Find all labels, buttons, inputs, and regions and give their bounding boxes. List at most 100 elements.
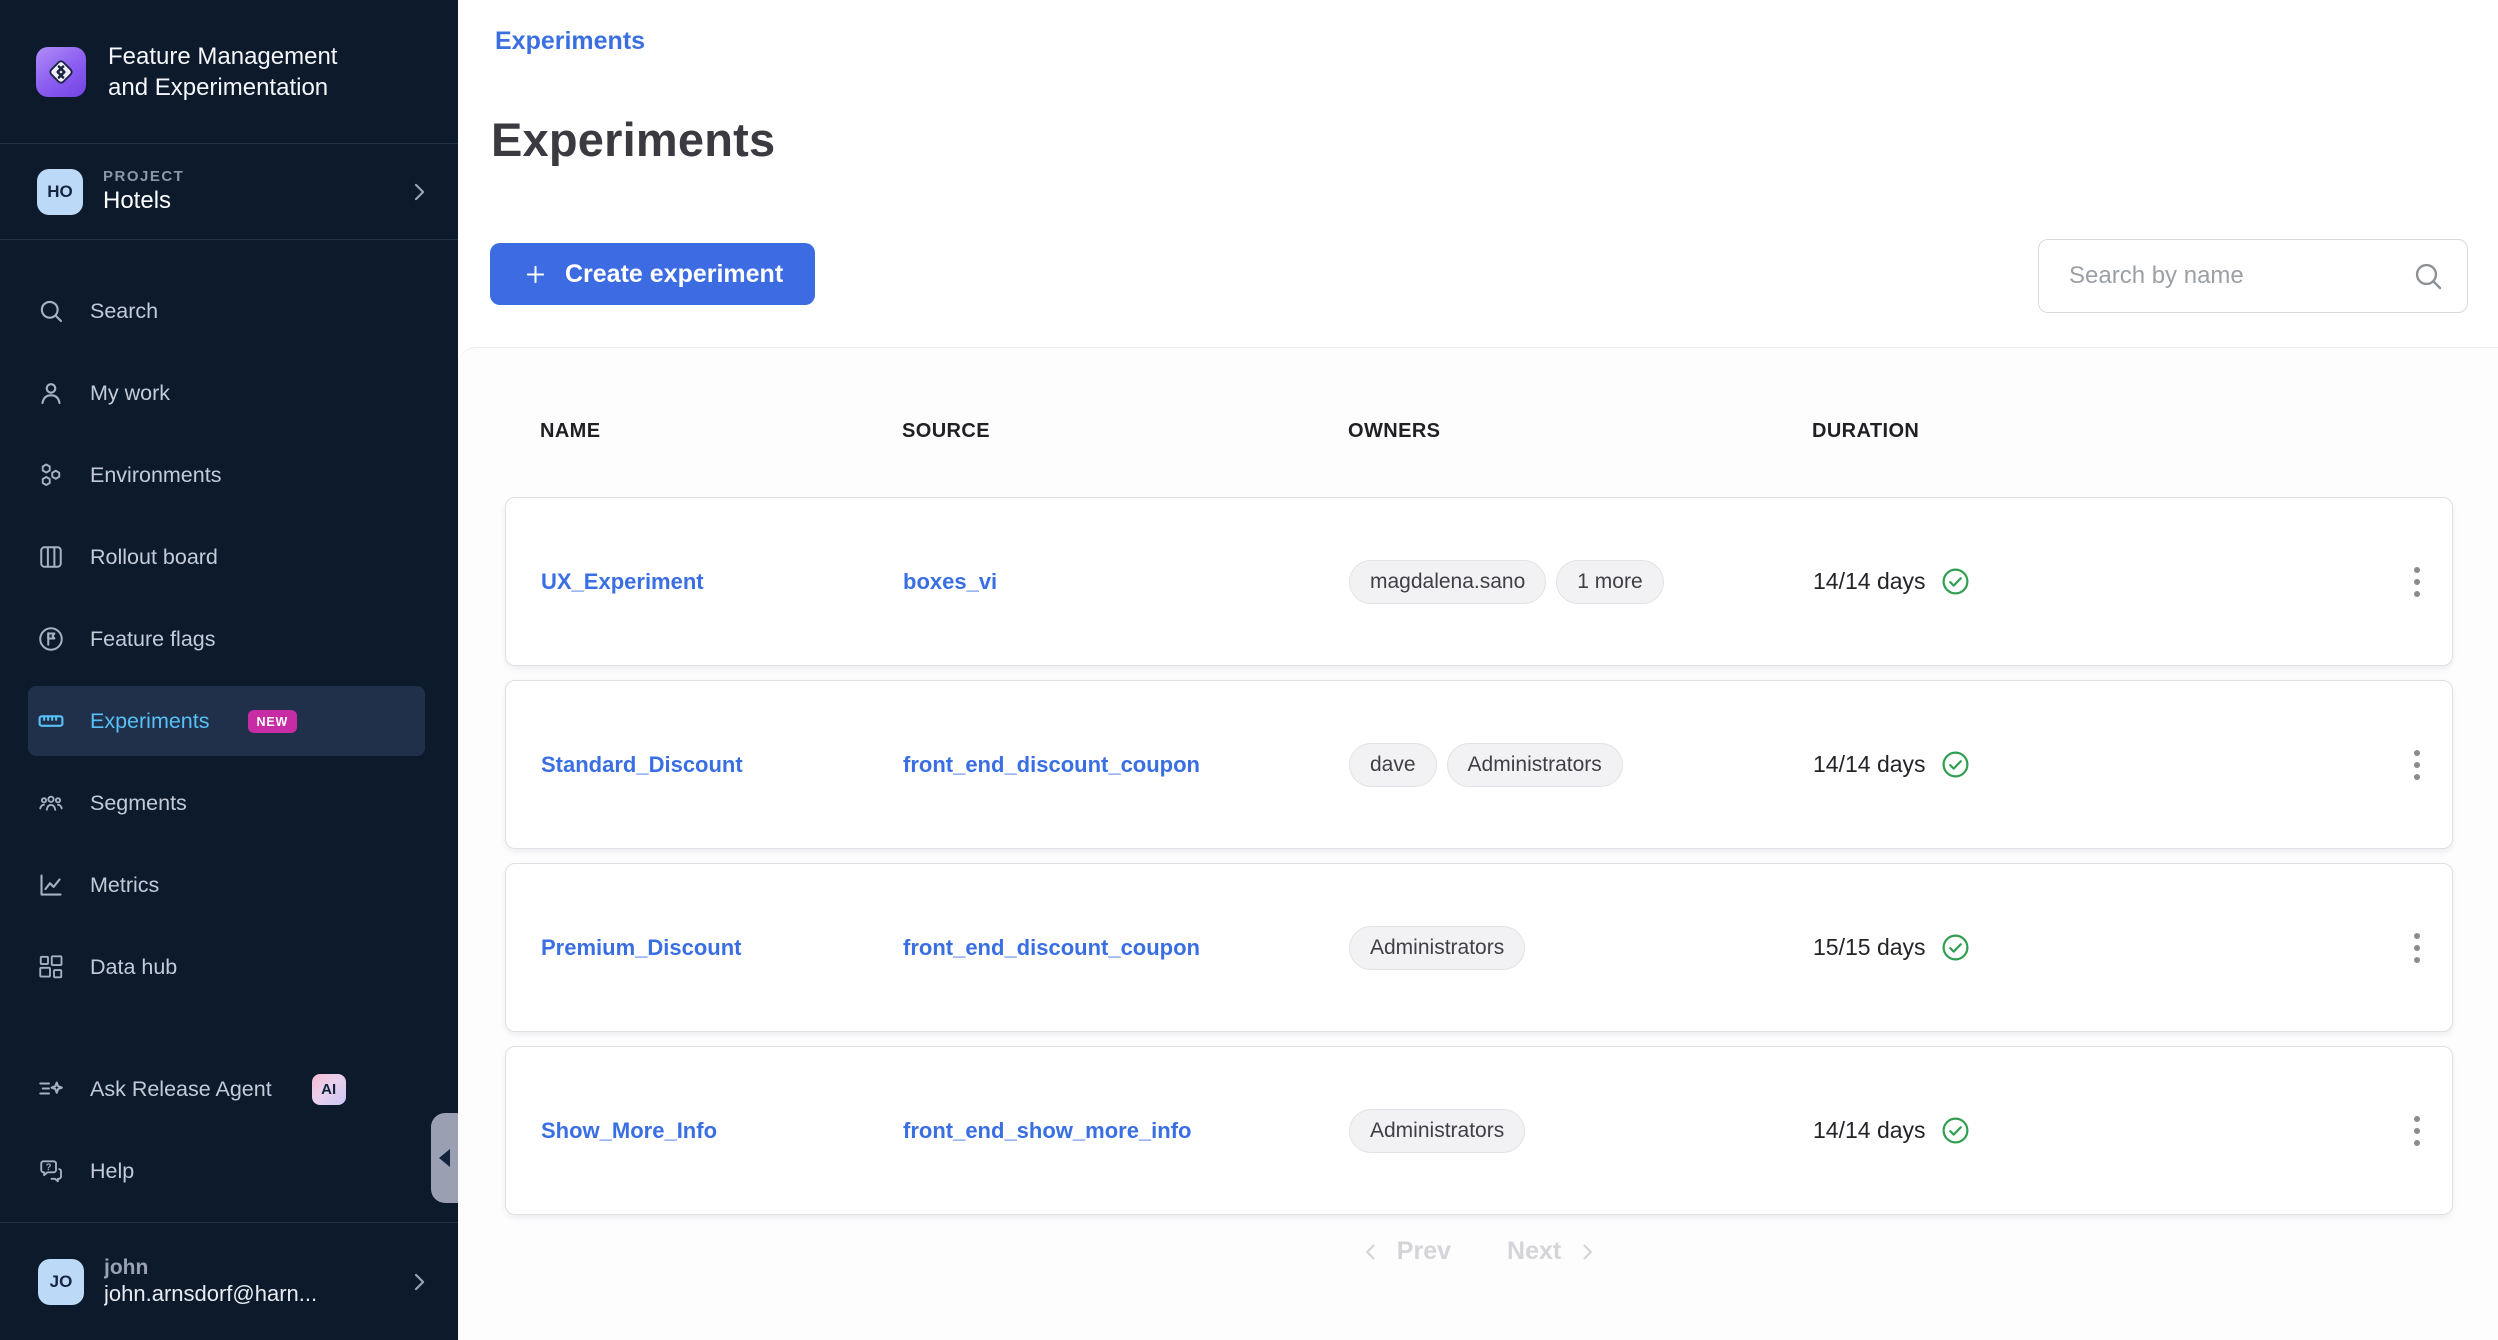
new-badge: NEW (248, 710, 298, 733)
chevron-right-icon (406, 1269, 432, 1295)
owners-cell: Administrators (1349, 926, 1813, 970)
owners-cell: daveAdministrators (1349, 743, 1813, 787)
sidebar-item-label: Search (90, 299, 158, 324)
experiments-panel: NAME SOURCE OWNERS DURATION UX_Experimen… (458, 347, 2498, 1340)
column-header-source: SOURCE (902, 420, 1348, 443)
sidebar-item-label: Rollout board (90, 545, 218, 570)
sidebar-item-search[interactable]: Search (28, 276, 425, 346)
user-avatar: JO (38, 1259, 84, 1305)
sidebar-item-label: Data hub (90, 955, 177, 980)
next-label: Next (1507, 1237, 1561, 1266)
page-title: Experiments (491, 112, 775, 167)
check-circle-icon (1940, 1115, 1971, 1146)
experiment-source-link[interactable]: front_end_discount_coupon (903, 935, 1349, 961)
column-header-name: NAME (540, 420, 902, 443)
next-page-button[interactable]: Next (1507, 1237, 1599, 1266)
experiment-name-link[interactable]: Show_More_Info (541, 1118, 903, 1144)
table-row: Premium_Discount front_end_discount_coup… (505, 863, 2453, 1032)
user-menu[interactable]: JO john john.arnsdorf@harn... (0, 1222, 458, 1340)
duration-cell: 14/14 days (1813, 566, 2382, 597)
create-experiment-label: Create experiment (565, 260, 783, 289)
sidebar-item-segments[interactable]: Segments (28, 768, 425, 838)
help-chat-icon: ? (36, 1156, 66, 1186)
duration-text: 14/14 days (1813, 568, 1926, 595)
search-box (2038, 239, 2468, 313)
app-logo-icon (36, 47, 86, 97)
column-header-duration: DURATION (1812, 420, 2383, 443)
owner-chip[interactable]: dave (1349, 743, 1437, 787)
column-header-owners: OWNERS (1348, 420, 1812, 443)
sidebar-item-label: Ask Release Agent (90, 1077, 272, 1102)
user-icon (36, 378, 66, 408)
owner-chip[interactable]: Administrators (1349, 926, 1525, 970)
chevron-left-icon (1359, 1240, 1383, 1264)
sidebar-item-data-hub[interactable]: Data hub (28, 932, 425, 1002)
sidebar-footer: Ask Release Agent AI ? Help (0, 1054, 458, 1218)
sidebar-item-label: Help (90, 1159, 134, 1184)
sidebar-item-help[interactable]: ? Help (28, 1136, 425, 1206)
duration-cell: 14/14 days (1813, 1115, 2382, 1146)
sparkle-lines-icon (36, 1074, 66, 1104)
row-menu-button[interactable] (2382, 1047, 2452, 1214)
line-chart-icon (36, 870, 66, 900)
sidebar-collapse-handle[interactable] (431, 1113, 458, 1203)
ruler-icon (36, 706, 66, 736)
search-input[interactable] (2038, 239, 2468, 313)
experiment-source-link[interactable]: front_end_discount_coupon (903, 752, 1349, 778)
search-icon (36, 296, 66, 326)
duration-text: 15/15 days (1813, 934, 1926, 961)
row-menu-button[interactable] (2382, 681, 2452, 848)
main-content: Experiments Experiments Create experimen… (458, 0, 2498, 1340)
sidebar-item-metrics[interactable]: Metrics (28, 850, 425, 920)
owner-chip[interactable]: 1 more (1556, 560, 1663, 604)
table-row: Show_More_Info front_end_show_more_info … (505, 1046, 2453, 1215)
table-header: NAME SOURCE OWNERS DURATION (505, 420, 2453, 443)
sidebar-item-ask-release-agent[interactable]: Ask Release Agent AI (28, 1054, 425, 1124)
people-group-icon (36, 788, 66, 818)
table-row: UX_Experiment boxes_vi magdalena.sano1 m… (505, 497, 2453, 666)
row-menu-button[interactable] (2382, 498, 2452, 665)
sidebar-item-environments[interactable]: Environments (28, 440, 425, 510)
sidebar-item-label: Metrics (90, 873, 159, 898)
owners-cell: magdalena.sano1 more (1349, 560, 1813, 604)
owner-chip[interactable]: Administrators (1447, 743, 1623, 787)
prev-label: Prev (1397, 1237, 1451, 1266)
chevron-right-icon (406, 179, 432, 205)
project-label: PROJECT (103, 168, 184, 185)
sidebar-item-label: Experiments (90, 709, 210, 734)
sidebar-item-rollout-board[interactable]: Rollout board (28, 522, 425, 592)
sidebar-item-experiments[interactable]: Experiments NEW (28, 686, 425, 756)
create-experiment-button[interactable]: Create experiment (490, 243, 815, 305)
pagination: Prev Next (505, 1237, 2453, 1266)
sidebar-item-label: Segments (90, 791, 187, 816)
app-header: Feature Management and Experimentation (0, 0, 458, 144)
duration-text: 14/14 days (1813, 1117, 1926, 1144)
prev-page-button[interactable]: Prev (1359, 1237, 1451, 1266)
experiment-source-link[interactable]: boxes_vi (903, 569, 1349, 595)
svg-text:?: ? (46, 1162, 52, 1172)
chevron-right-icon (1575, 1240, 1599, 1264)
sidebar-item-feature-flags[interactable]: Feature flags (28, 604, 425, 674)
flag-circle-icon (36, 624, 66, 654)
board-columns-icon (36, 542, 66, 572)
sidebar: Feature Management and Experimentation H… (0, 0, 458, 1340)
sidebar-nav: Search My work Environments Rollout boar… (0, 240, 458, 1218)
experiment-name-link[interactable]: UX_Experiment (541, 569, 903, 595)
sidebar-item-label: My work (90, 381, 170, 406)
duration-cell: 14/14 days (1813, 749, 2382, 780)
experiments-table-body: UX_Experiment boxes_vi magdalena.sano1 m… (505, 497, 2453, 1215)
collapse-left-icon (439, 1149, 450, 1167)
app-title: Feature Management and Experimentation (108, 41, 337, 103)
owner-chip[interactable]: Administrators (1349, 1109, 1525, 1153)
ai-badge: AI (312, 1074, 346, 1105)
experiment-name-link[interactable]: Premium_Discount (541, 935, 903, 961)
app-window: Feature Management and Experimentation H… (0, 0, 2498, 1340)
row-menu-button[interactable] (2382, 864, 2452, 1031)
experiment-name-link[interactable]: Standard_Discount (541, 752, 903, 778)
breadcrumb[interactable]: Experiments (495, 27, 645, 56)
experiment-source-link[interactable]: front_end_show_more_info (903, 1118, 1349, 1144)
owner-chip[interactable]: magdalena.sano (1349, 560, 1546, 604)
duration-text: 14/14 days (1813, 751, 1926, 778)
sidebar-item-my-work[interactable]: My work (28, 358, 425, 428)
project-selector[interactable]: HO PROJECT Hotels (0, 144, 458, 240)
